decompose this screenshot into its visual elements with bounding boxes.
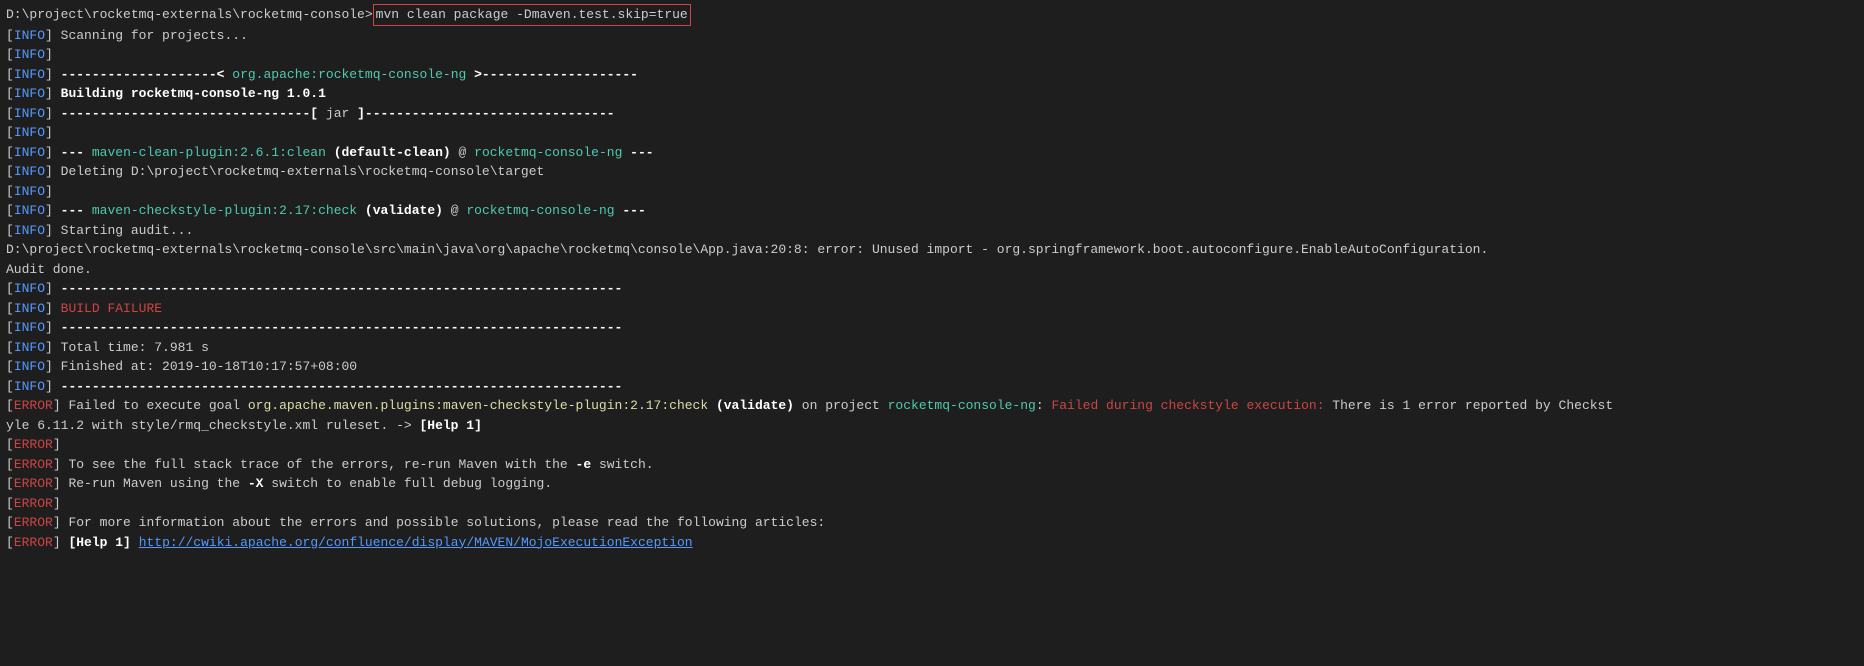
finished-at: Finished at: 2019-10-18T10:17:57+08:00 [53,359,357,374]
info-tag: INFO [14,86,45,101]
info-tag: INFO [14,125,45,140]
deleting-text: Deleting D:\project\rocketmq-externals\r… [53,164,544,179]
error-line: [ERROR] Re-run Maven using the -X switch… [6,474,1858,494]
error-tag: ERROR [14,437,53,452]
command-highlight: mvn clean package -Dmaven.test.skip=true [373,4,691,26]
total-time: Total time: 7.981 s [53,340,209,355]
log-line: [INFO] ---------------------------------… [6,318,1858,338]
switch-x: -X [248,476,264,491]
info-tag: INFO [14,223,45,238]
info-tag: INFO [14,301,45,316]
log-line: [INFO] Finished at: 2019-10-18T10:17:57+… [6,357,1858,377]
error-tag: ERROR [14,398,53,413]
info-tag: INFO [14,164,45,179]
build-failure: BUILD FAILURE [53,301,162,316]
project-name: rocketmq-console-ng [888,398,1036,413]
project-name: rocketmq-console-ng [474,145,622,160]
info-tag: INFO [14,281,45,296]
info-tag: INFO [14,359,45,374]
log-line: [INFO] ---------------------------------… [6,377,1858,397]
plugin-name: maven-clean-plugin:2.6.1:clean [92,145,326,160]
log-line: [INFO] Deleting D:\project\rocketmq-exte… [6,162,1858,182]
info-tag: INFO [14,106,45,121]
error-line: [ERROR] [6,435,1858,455]
log-line: [INFO] --- maven-clean-plugin:2.6.1:clea… [6,143,1858,163]
terminal-output[interactable]: D:\project\rocketmq-externals\rocketmq-c… [6,4,1858,552]
error-tag: ERROR [14,515,53,530]
audit-start: Starting audit... [53,223,193,238]
error-line-cont: yle 6.11.2 with style/rmq_checkstyle.xml… [6,416,1858,436]
info-tag: INFO [14,340,45,355]
error-line: [ERROR] Failed to execute goal org.apach… [6,396,1858,416]
building-text: Building rocketmq-console-ng 1.0.1 [53,86,326,101]
error-line: [ERROR] [Help 1] http://cwiki.apache.org… [6,533,1858,553]
log-line: [INFO] Building rocketmq-console-ng 1.0.… [6,84,1858,104]
log-text: Scanning for projects... [53,28,248,43]
error-line: [ERROR] For more information about the e… [6,513,1858,533]
log-line: [INFO] ---------------------------------… [6,279,1858,299]
info-tag: INFO [14,203,45,218]
fail-reason: Failed during checkstyle execution: [1051,398,1324,413]
info-tag: INFO [14,67,45,82]
log-line: [INFO] --- maven-checkstyle-plugin:2.17:… [6,201,1858,221]
project-name: rocketmq-console-ng [466,203,614,218]
help-ref: [Help 1] [419,418,481,433]
artifact-id: org.apache:rocketmq-console-ng [232,67,466,82]
error-tag: ERROR [14,457,53,472]
log-line: [INFO] Total time: 7.981 s [6,338,1858,358]
log-line: [INFO] [6,45,1858,65]
log-line: [INFO] Scanning for projects... [6,26,1858,46]
info-tag: INFO [14,145,45,160]
log-line: [INFO] [6,182,1858,202]
error-tag: ERROR [14,496,53,511]
log-line: [INFO] [6,123,1858,143]
prompt-line: D:\project\rocketmq-externals\rocketmq-c… [6,4,1858,26]
log-line: [INFO] --------------------------------[… [6,104,1858,124]
info-tag: INFO [14,320,45,335]
info-tag: INFO [14,47,45,62]
info-tag: INFO [14,379,45,394]
error-tag: ERROR [14,535,53,550]
log-line: [INFO] Starting audit... [6,221,1858,241]
build-failure-line: [INFO] BUILD FAILURE [6,299,1858,319]
info-tag: INFO [14,28,45,43]
log-line: [INFO] --------------------< org.apache:… [6,65,1858,85]
audit-done-line: Audit done. [6,260,1858,280]
plugin-goal: org.apache.maven.plugins:maven-checkstyl… [248,398,708,413]
error-line: [ERROR] To see the full stack trace of t… [6,455,1858,475]
error-tag: ERROR [14,476,53,491]
info-tag: INFO [14,184,45,199]
error-line: [ERROR] [6,494,1858,514]
prompt-path: D:\project\rocketmq-externals\rocketmq-c… [6,7,373,22]
switch-e: -e [576,457,592,472]
error-java-line: D:\project\rocketmq-externals\rocketmq-c… [6,240,1858,260]
plugin-name: maven-checkstyle-plugin:2.17:check [92,203,357,218]
more-info: For more information about the errors an… [61,515,826,530]
help-link[interactable]: http://cwiki.apache.org/confluence/displ… [139,535,693,550]
help-ref: [Help 1] [68,535,130,550]
